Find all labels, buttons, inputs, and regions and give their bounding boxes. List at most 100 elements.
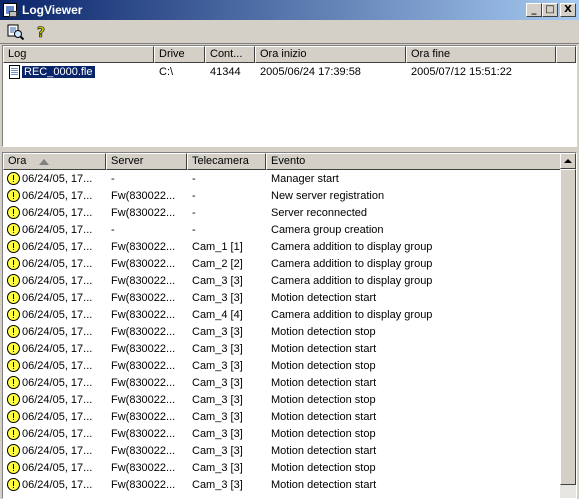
event-description: Server reconnected	[271, 206, 367, 219]
col-header-count[interactable]: Cont...	[205, 46, 255, 63]
log-list-header: Log Drive Cont... Ora inizio Ora fine	[3, 46, 576, 63]
col-header-start-time[interactable]: Ora inizio	[255, 46, 406, 63]
event-time: 06/24/05, 17...	[22, 257, 93, 270]
log-name: REC_0000.fle	[21, 64, 96, 79]
col-header-server[interactable]: Server	[106, 153, 187, 170]
info-icon	[7, 461, 20, 474]
scroll-up-button[interactable]	[560, 153, 576, 169]
event-description: Camera group creation	[271, 223, 384, 236]
event-time: 06/24/05, 17...	[22, 206, 93, 219]
vertical-scrollbar[interactable]	[560, 153, 576, 498]
info-icon	[7, 257, 20, 270]
log-end-time: 2005/07/12 15:51:22	[411, 65, 512, 78]
event-time-cell: 06/24/05, 17...	[3, 325, 106, 338]
event-server: Fw(830022...	[111, 206, 176, 219]
event-time-cell: 06/24/05, 17...	[3, 240, 106, 253]
info-icon	[7, 478, 20, 491]
event-time: 06/24/05, 17...	[22, 342, 93, 355]
info-icon	[7, 189, 20, 202]
event-time-cell: 06/24/05, 17...	[3, 342, 106, 355]
event-row[interactable]: 06/24/05, 17... Fw(830022... - Server recon…	[3, 204, 576, 221]
event-time-cell: 06/24/05, 17...	[3, 444, 106, 457]
event-list-header: Ora Server Telecamera Evento	[3, 153, 576, 170]
event-row[interactable]: 06/24/05, 17... Fw(830022... Cam_1 [1] Came…	[3, 238, 576, 255]
event-camera: Cam_3 [3]	[192, 427, 243, 440]
event-row[interactable]: 06/24/05, 17... Fw(830022... Cam_3 [3] Came…	[3, 272, 576, 289]
event-time-cell: 06/24/05, 17...	[3, 410, 106, 423]
title-bar[interactable]: LogViewer _ □ X	[0, 0, 579, 20]
help-icon: ?	[36, 24, 45, 40]
log-cell: REC_0000.fle	[3, 64, 154, 79]
event-row[interactable]: 06/24/05, 17... Fw(830022... Cam_3 [3] Moti…	[3, 425, 576, 442]
event-time: 06/24/05, 17...	[22, 223, 93, 236]
event-camera: -	[192, 206, 196, 219]
event-row[interactable]: 06/24/05, 17... Fw(830022... Cam_3 [3] Moti…	[3, 323, 576, 340]
info-icon	[7, 325, 20, 338]
event-description: Motion detection stop	[271, 427, 376, 440]
minimize-button[interactable]: _	[526, 3, 542, 17]
info-icon	[7, 274, 20, 287]
event-rows: 06/24/05, 17... - - Manager start 06/24/05, …	[3, 170, 576, 493]
event-row[interactable]: 06/24/05, 17... Fw(830022... Cam_3 [3] Moti…	[3, 408, 576, 425]
event-row[interactable]: 06/24/05, 17... Fw(830022... Cam_4 [4] Came…	[3, 306, 576, 323]
log-list: Log Drive Cont... Ora inizio Ora fine RE…	[2, 45, 577, 147]
event-server: Fw(830022...	[111, 308, 176, 321]
col-header-log[interactable]: Log	[3, 46, 154, 63]
event-server: -	[111, 223, 115, 236]
event-row[interactable]: 06/24/05, 17... Fw(830022... - New server r…	[3, 187, 576, 204]
event-time-cell: 06/24/05, 17...	[3, 393, 106, 406]
help-button[interactable]: ?	[29, 21, 52, 43]
event-row[interactable]: 06/24/05, 17... Fw(830022... Cam_3 [3] Moti…	[3, 442, 576, 459]
log-start-time: 2005/06/24 17:39:58	[260, 65, 361, 78]
info-icon	[7, 359, 20, 372]
event-row[interactable]: 06/24/05, 17... Fw(830022... Cam_3 [3] Moti…	[3, 391, 576, 408]
sort-ascending-icon	[39, 159, 49, 165]
event-row[interactable]: 06/24/05, 17... Fw(830022... Cam_3 [3] Moti…	[3, 459, 576, 476]
event-row[interactable]: 06/24/05, 17... Fw(830022... Cam_3 [3] Moti…	[3, 374, 576, 391]
event-server: Fw(830022...	[111, 189, 176, 202]
event-row[interactable]: 06/24/05, 17... Fw(830022... Cam_3 [3] Moti…	[3, 340, 576, 357]
event-row[interactable]: 06/24/05, 17... Fw(830022... Cam_2 [2] Came…	[3, 255, 576, 272]
event-camera: Cam_3 [3]	[192, 410, 243, 423]
event-description: Motion detection start	[271, 376, 377, 389]
event-camera: Cam_3 [3]	[192, 325, 243, 338]
close-button[interactable]: X	[560, 3, 576, 17]
event-time-cell: 06/24/05, 17...	[3, 274, 106, 287]
col-header-telecamera[interactable]: Telecamera	[187, 153, 266, 170]
event-description: Motion detection stop	[271, 461, 376, 474]
info-icon	[7, 376, 20, 389]
scroll-thumb[interactable]	[560, 169, 576, 485]
event-description: Camera addition to display group	[271, 257, 433, 270]
event-time-cell: 06/24/05, 17...	[3, 172, 106, 185]
info-icon	[7, 223, 20, 236]
event-time: 06/24/05, 17...	[22, 172, 93, 185]
event-server: Fw(830022...	[111, 410, 176, 423]
event-row[interactable]: 06/24/05, 17... Fw(830022... Cam_3 [3] Moti…	[3, 476, 576, 493]
info-icon	[7, 393, 20, 406]
event-camera: Cam_3 [3]	[192, 393, 243, 406]
event-row[interactable]: 06/24/05, 17... Fw(830022... Cam_3 [3] Moti…	[3, 289, 576, 306]
col-header-ora[interactable]: Ora	[3, 153, 106, 170]
col-header-end-time[interactable]: Ora fine	[406, 46, 556, 63]
event-row[interactable]: 06/24/05, 17... - - Camera group creation	[3, 221, 576, 238]
view-log-button[interactable]	[4, 21, 27, 43]
event-server: Fw(830022...	[111, 478, 176, 491]
col-header-evento[interactable]: Evento	[266, 153, 562, 170]
event-server: Fw(830022...	[111, 274, 176, 287]
event-time: 06/24/05, 17...	[22, 240, 93, 253]
maximize-button[interactable]: □	[542, 3, 558, 17]
col-header-drive[interactable]: Drive	[154, 46, 205, 63]
event-camera: Cam_3 [3]	[192, 478, 243, 491]
event-time-cell: 06/24/05, 17...	[3, 223, 106, 236]
event-camera: -	[192, 189, 196, 202]
log-row[interactable]: REC_0000.fle C:\ 41344 2005/06/24 17:39:58 2…	[3, 63, 576, 80]
event-time: 06/24/05, 17...	[22, 478, 93, 491]
info-icon	[7, 308, 20, 321]
event-camera: -	[192, 223, 196, 236]
event-server: Fw(830022...	[111, 342, 176, 355]
event-row[interactable]: 06/24/05, 17... Fw(830022... Cam_3 [3] Moti…	[3, 357, 576, 374]
event-row[interactable]: 06/24/05, 17... - - Manager start	[3, 170, 576, 187]
svg-text:?: ?	[37, 25, 45, 40]
event-server: Fw(830022...	[111, 240, 176, 253]
event-server: Fw(830022...	[111, 461, 176, 474]
